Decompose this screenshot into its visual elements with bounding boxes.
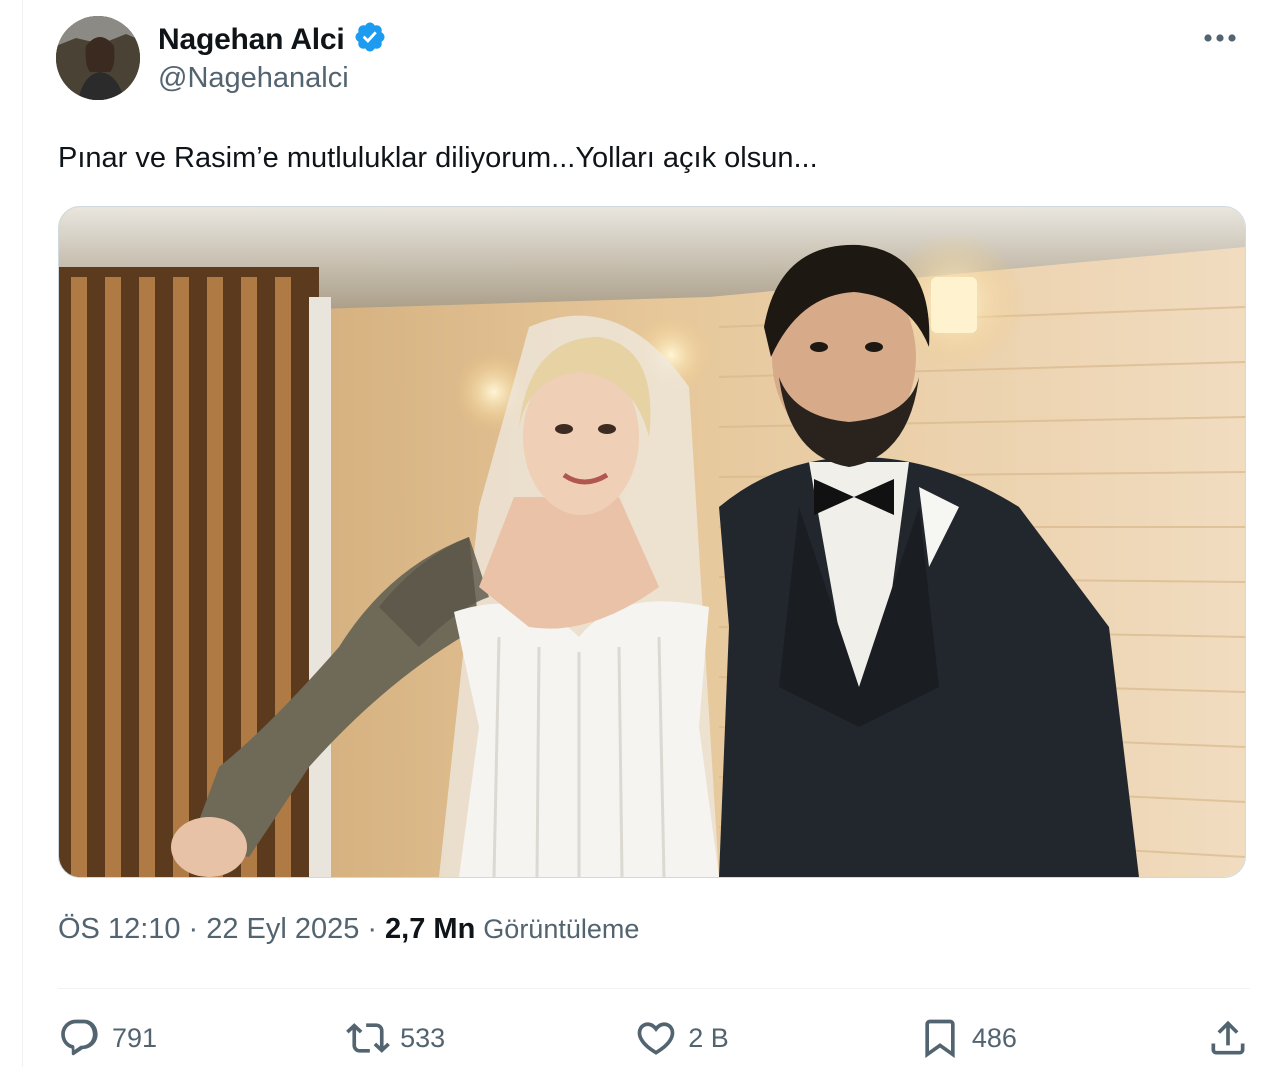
author-handle[interactable]: @Nagehanalci bbox=[158, 62, 349, 95]
reply-count: 791 bbox=[112, 1022, 158, 1053]
tweet-text: Pınar ve Rasim’e mutluluklar diliyorum..… bbox=[58, 142, 818, 174]
retweet-count: 533 bbox=[400, 1022, 446, 1053]
views-label: Görüntüleme bbox=[483, 914, 640, 944]
author-avatar[interactable] bbox=[56, 16, 140, 100]
like-count: 2 B bbox=[688, 1022, 729, 1053]
author-name-row: Nagehan Alci bbox=[158, 20, 387, 59]
more-dots-icon bbox=[1204, 34, 1236, 42]
bookmark-count: 486 bbox=[971, 1022, 1017, 1053]
verified-badge-icon bbox=[353, 20, 387, 59]
tweet-meta: ÖS 12:10 · 22 Eyl 2025 · 2,7 Mn Görüntül… bbox=[58, 913, 639, 946]
share-button[interactable] bbox=[1206, 1016, 1250, 1060]
more-options-button[interactable] bbox=[1198, 18, 1242, 58]
meta-separator: · bbox=[188, 913, 199, 945]
tweet-time[interactable]: ÖS 12:10 bbox=[58, 913, 181, 946]
author-display-name[interactable]: Nagehan Alci bbox=[158, 23, 345, 57]
like-button[interactable]: 2 B bbox=[634, 1016, 729, 1060]
bookmark-icon bbox=[925, 1019, 955, 1059]
reply-button[interactable]: 791 bbox=[58, 1016, 157, 1060]
views-count: 2,7 Mn bbox=[385, 913, 476, 945]
retweet-button[interactable]: 533 bbox=[346, 1016, 445, 1060]
action-bar: 791 533 2 B 486 bbox=[58, 1010, 1250, 1066]
tweet-date[interactable]: 22 Eyl 2025 bbox=[206, 913, 359, 946]
heart-icon bbox=[637, 1022, 675, 1055]
tweet-media-photo[interactable] bbox=[58, 206, 1246, 878]
divider bbox=[58, 988, 1250, 989]
meta-separator-2: · bbox=[367, 913, 378, 945]
retweet-icon bbox=[346, 1023, 391, 1053]
share-icon bbox=[1211, 1020, 1245, 1055]
bookmark-button[interactable]: 486 bbox=[918, 1016, 1017, 1060]
reply-icon bbox=[61, 1019, 98, 1056]
